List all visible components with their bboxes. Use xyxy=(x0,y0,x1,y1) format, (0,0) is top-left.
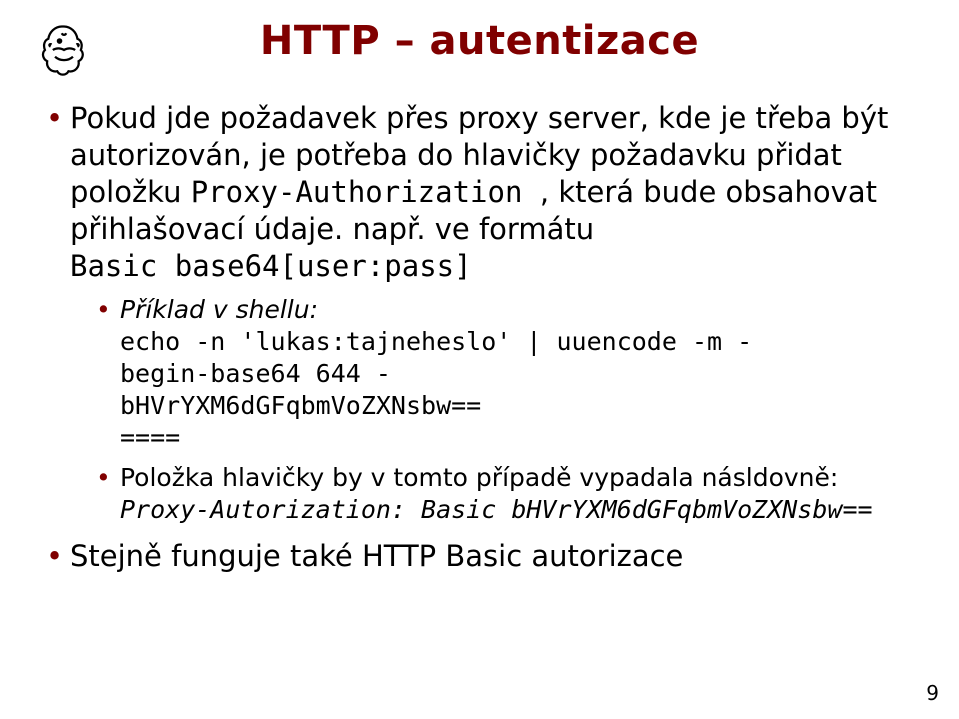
page-number: 9 xyxy=(926,681,939,705)
code-block: Proxy-Autorization: Basic bHVrYXM6dGFqbm… xyxy=(120,494,923,526)
code-line: Basic base64[user:pass] xyxy=(70,249,472,283)
lion-crest-icon xyxy=(36,22,92,78)
inline-code: Proxy-Authorization xyxy=(191,175,540,209)
bullet-basic-auth: Stejně funguje také HTTP Basic autorizac… xyxy=(42,538,923,575)
sub-bullet-label: Příklad v shellu: xyxy=(120,295,318,324)
sub-bullet-text: Položka hlavičky by v tomto případě vypa… xyxy=(120,463,838,492)
bullet-proxy-auth: Pokud jde požadavek přes proxy server, k… xyxy=(42,100,923,526)
sub-bullet-header-example: Položka hlavičky by v tomto případě vypa… xyxy=(70,462,923,526)
slide-title: HTTP – autentizace xyxy=(92,18,923,64)
slide-header: HTTP – autentizace xyxy=(36,18,923,78)
slide: HTTP – autentizace Pokud jde požadavek p… xyxy=(0,0,959,719)
slide-content: Pokud jde požadavek přes proxy server, k… xyxy=(36,100,923,575)
code-block: echo -n 'lukas:tajneheslo' | uuencode -m… xyxy=(120,326,923,454)
sub-bullet-shell-example: Příklad v shellu: echo -n 'lukas:tajnehe… xyxy=(70,294,923,454)
bullet-text: Stejně funguje také HTTP Basic autorizac… xyxy=(70,539,683,573)
